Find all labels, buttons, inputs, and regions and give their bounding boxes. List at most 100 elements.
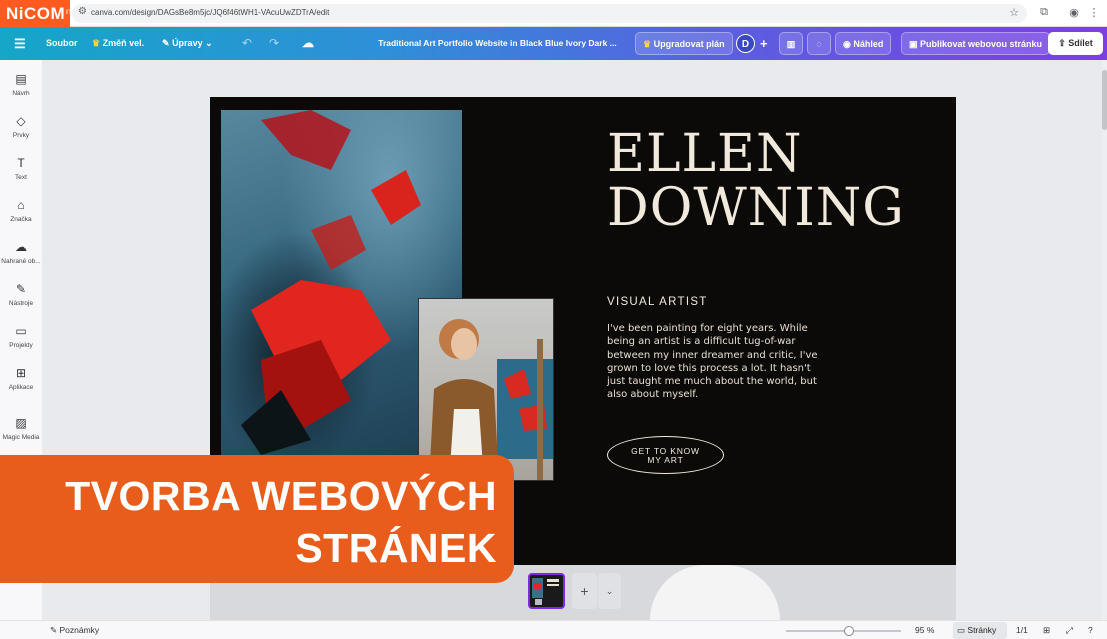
crown-icon: ♛ bbox=[92, 38, 101, 48]
pages-icon: ▭ bbox=[957, 625, 966, 635]
extensions-icon[interactable]: ⧉ bbox=[1037, 6, 1051, 19]
tools-icon: ✎ bbox=[15, 282, 27, 296]
profile-icon[interactable]: ◉ bbox=[1067, 6, 1081, 19]
undo-icon[interactable]: ↶ bbox=[242, 27, 252, 60]
zoom-level[interactable]: 95 % bbox=[915, 625, 934, 635]
file-menu[interactable]: Soubor bbox=[46, 27, 78, 60]
artist-photo-art bbox=[429, 319, 553, 480]
bio-paragraph[interactable]: I've been painting for eight years. Whil… bbox=[607, 322, 829, 402]
upgrade-button[interactable]: ♛ Upgradovat plán bbox=[635, 32, 733, 55]
brand-text: NiCOM bbox=[6, 4, 66, 23]
address-bar[interactable]: ⚙ canva.com/design/DAGsBe8m5jc/JQ6f46tWH… bbox=[72, 4, 1027, 23]
banner-line-2: STRÁNEK bbox=[295, 525, 497, 571]
sidebar-item-label: Prvky bbox=[12, 132, 30, 139]
magic-media-icon: ▨ bbox=[15, 416, 27, 430]
sidebar-item-label: Magic Media bbox=[2, 434, 40, 441]
notes-button[interactable]: ✎ Poznámky bbox=[50, 625, 99, 636]
chevron-down-icon: ⌄ bbox=[605, 586, 614, 596]
editor-toolbar: ☰ Soubor ♛ Změň vel. ✎ Úpravy ⌄ ↶ ↷ ☁ Tr… bbox=[0, 27, 1107, 60]
share-button[interactable]: ⇪ Sdílet bbox=[1048, 32, 1103, 55]
elements-icon: ◇ bbox=[16, 114, 26, 128]
sidebar-item-tools[interactable]: ✎ Nástroje bbox=[0, 282, 42, 307]
sidebar-item-projects[interactable]: ▭ Projekty bbox=[0, 324, 42, 349]
design-icon: ▤ bbox=[15, 72, 27, 86]
pencil-icon: ✎ bbox=[162, 38, 170, 48]
bar-chart-icon: ▥ bbox=[786, 39, 796, 49]
notes-label: Poznámky bbox=[59, 625, 100, 635]
preview-button[interactable]: ◉ Náhled bbox=[835, 32, 892, 55]
upgrade-label: Upgradovat plán bbox=[653, 39, 725, 49]
url-text: canva.com/design/DAGsBe8m5jc/JQ6f46tWH1-… bbox=[91, 8, 330, 17]
grid-view-icon[interactable]: ⊞ bbox=[1043, 625, 1050, 636]
resize-button[interactable]: ♛ Změň vel. bbox=[92, 27, 144, 60]
name-line-1: ELLEN bbox=[607, 124, 803, 184]
add-page-button[interactable]: + bbox=[572, 573, 597, 609]
cloud-save-icon[interactable]: ☁ bbox=[302, 27, 314, 60]
redo-icon[interactable]: ↷ bbox=[269, 27, 279, 60]
sidebar-item-brand[interactable]: ⌂ Značka bbox=[0, 198, 42, 223]
design-title[interactable]: Traditional Art Portfolio Website in Bla… bbox=[370, 27, 625, 60]
publish-label: Publikovat webovou stránku bbox=[920, 39, 1043, 49]
eye-icon: ◉ bbox=[843, 39, 851, 49]
artist-photo[interactable] bbox=[418, 298, 554, 481]
insights-button[interactable]: ▥ bbox=[779, 32, 803, 55]
name-line-2: DOWNING bbox=[607, 178, 905, 238]
scrollbar-thumb[interactable] bbox=[1102, 70, 1107, 130]
bookmark-star-icon[interactable]: ☆ bbox=[1009, 6, 1019, 19]
sidebar-item-label: Text bbox=[15, 174, 27, 181]
page-options-button[interactable]: ⌄ bbox=[598, 573, 621, 609]
sidebar-item-apps[interactable]: ⊞ Aplikace bbox=[0, 366, 42, 391]
apps-icon: ⊞ bbox=[15, 366, 27, 380]
sidebar-item-text[interactable]: T Text bbox=[0, 156, 42, 181]
page-thumbnail[interactable] bbox=[528, 573, 565, 609]
help-icon[interactable]: ? bbox=[1088, 625, 1093, 635]
sidebar-item-uploads[interactable]: ☁ Nahrané ob... bbox=[0, 240, 42, 265]
page-count: 1/1 bbox=[1016, 625, 1028, 635]
resize-label: Změň vel. bbox=[102, 38, 145, 48]
sidebar-item-elements[interactable]: ◇ Prvky bbox=[0, 114, 42, 139]
edit-menu[interactable]: ✎ Úpravy ⌄ bbox=[162, 27, 213, 60]
notes-icon: ✎ bbox=[50, 625, 58, 635]
avatar[interactable]: D bbox=[736, 34, 755, 53]
browser-bar: NiCOMIT ⚙ canva.com/design/DAGsBe8m5jc/J… bbox=[0, 0, 1107, 27]
upload-icon: ⇪ bbox=[1058, 38, 1066, 48]
brand-icon: ⌂ bbox=[17, 198, 25, 212]
promo-banner: TVORBA WEBOVÝCH STRÁNEK bbox=[0, 455, 514, 583]
sidebar-item-label: Projekty bbox=[9, 342, 33, 349]
banner-line-1: TVORBA WEBOVÝCH bbox=[65, 473, 497, 519]
share-label: Sdílet bbox=[1068, 38, 1093, 48]
text-icon: T bbox=[17, 156, 25, 170]
subtitle[interactable]: VISUAL ARTIST bbox=[607, 296, 708, 308]
pages-button[interactable]: ▭ Stránky bbox=[953, 622, 1007, 639]
vertical-scrollbar[interactable] bbox=[1102, 60, 1107, 620]
sidebar-item-label: Nahrané ob... bbox=[1, 258, 41, 265]
pages-label: Stránky bbox=[967, 625, 997, 635]
folder-icon: ▭ bbox=[15, 324, 27, 338]
plus-icon: + bbox=[580, 583, 589, 599]
editor-footer: ✎ Poznámky 95 % ▭ Stránky 1/1 ⊞ ⤢ ? bbox=[0, 620, 1107, 639]
sidebar-item-magic-media[interactable]: ▨ Magic Media bbox=[0, 416, 42, 441]
cta-button[interactable]: GET TO KNOW MY ART bbox=[607, 436, 724, 474]
artist-name[interactable]: ELLEN DOWNING bbox=[607, 127, 937, 235]
fullscreen-icon[interactable]: ⤢ bbox=[1066, 625, 1073, 636]
upload-icon: ☁ bbox=[15, 240, 27, 254]
sidebar-item-design[interactable]: ▤ Návrh bbox=[0, 72, 42, 97]
cta-line-2: MY ART bbox=[647, 455, 684, 465]
comments-button[interactable]: ◌ bbox=[807, 32, 831, 55]
site-settings-icon[interactable]: ⚙ bbox=[78, 6, 87, 17]
zoom-slider-handle[interactable] bbox=[844, 626, 855, 636]
sidebar-item-label: Aplikace bbox=[8, 384, 34, 391]
sidebar-item-label: Návrh bbox=[12, 90, 30, 97]
preview-label: Náhled bbox=[853, 39, 884, 49]
sidebar-item-label: Značka bbox=[10, 216, 32, 223]
browser-menu-icon[interactable]: ⋮ bbox=[1087, 6, 1101, 19]
nicom-logo: NiCOMIT bbox=[0, 0, 72, 27]
add-collaborator-icon[interactable]: + bbox=[760, 27, 768, 60]
publish-button[interactable]: ▣ Publikovat webovou stránku bbox=[901, 32, 1051, 55]
website-icon: ▣ bbox=[909, 39, 918, 49]
edit-label: Úpravy bbox=[172, 38, 203, 48]
comment-icon: ◌ bbox=[816, 39, 822, 49]
crown-icon: ♛ bbox=[643, 39, 652, 49]
menu-icon[interactable]: ☰ bbox=[14, 27, 26, 60]
page-thumbnail-art bbox=[532, 578, 559, 605]
